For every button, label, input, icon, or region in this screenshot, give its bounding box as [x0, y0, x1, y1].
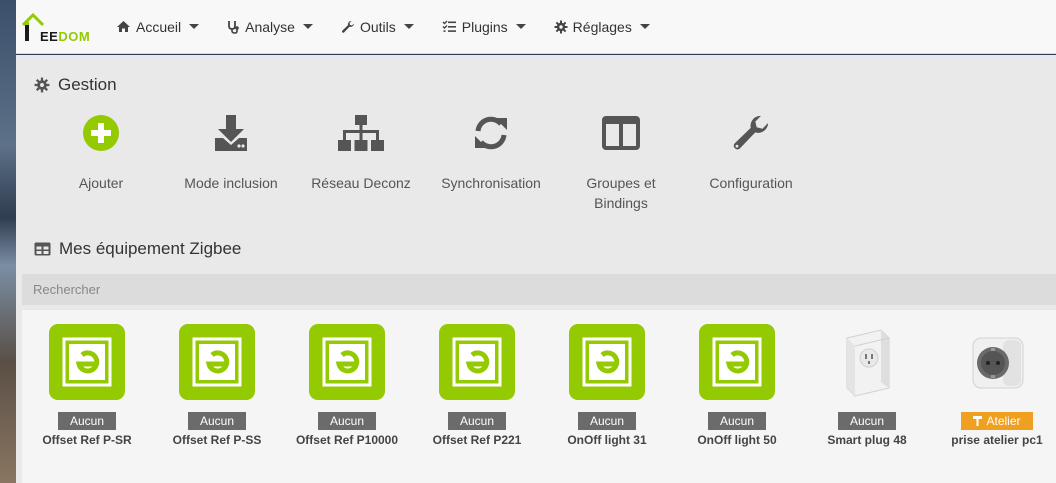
zigbee-logo-icon [699, 324, 775, 400]
reseau-deconz-label: Réseau Deconz [311, 175, 411, 191]
nav-analyse-label: Analyse [245, 18, 295, 35]
zigbee-logo-icon [49, 324, 125, 400]
synchronisation-button[interactable]: Synchronisation [426, 111, 556, 213]
ajouter-label: Ajouter [78, 175, 124, 191]
home-icon [117, 21, 130, 32]
equipment-name: Smart plug 48 [827, 433, 907, 447]
zigbee-logo-icon [439, 324, 515, 400]
gear-icon [34, 77, 50, 93]
nav-plugins[interactable]: Plugins [442, 19, 526, 35]
hammer-icon [973, 416, 983, 426]
mode-inclusion-button[interactable]: Mode inclusion [166, 111, 296, 213]
nav-accueil[interactable]: Accueil [116, 18, 200, 35]
equipements-title: Mes équipement Zigbee [34, 239, 241, 259]
chevron-down-icon [302, 24, 313, 29]
columns-icon [602, 116, 640, 150]
chevron-down-icon [639, 24, 650, 29]
mode-inclusion-label: Mode inclusion [184, 175, 278, 191]
object-badge: Atelier [961, 412, 1033, 430]
nav-accueil-label: Accueil [136, 18, 182, 35]
object-badge: Aucun [317, 412, 377, 430]
reseau-deconz-button[interactable]: Réseau Deconz [296, 111, 426, 213]
chevron-down-icon [189, 24, 200, 29]
zigbee-logo-icon [569, 324, 645, 400]
wrench-icon [341, 20, 354, 33]
gestion-title-text: Gestion [58, 75, 117, 94]
plus-circle-icon [83, 115, 119, 151]
equipment-name: OnOff light 50 [697, 433, 777, 447]
zigbee-logo-icon [309, 324, 385, 400]
nav-reglages[interactable]: Réglages [554, 19, 650, 35]
equipment-name: prise atelier pc1 [951, 433, 1043, 447]
socket-plug-image [972, 337, 1024, 389]
sync-icon [475, 116, 507, 150]
equipment-name: OnOff light 31 [567, 433, 647, 447]
equipment-card[interactable]: Aucun Offset Ref P10000 [282, 324, 412, 447]
equipment-card[interactable]: Aucun OnOff light 31 [542, 324, 672, 447]
groupes-bindings-button[interactable]: Groupes et Bindings [556, 111, 686, 213]
gestion-actions: Ajouter Mode inclusion Réseau Deconz Syn… [36, 111, 816, 213]
synchronisation-label: Synchronisation [441, 175, 541, 191]
main-menu: Accueil Analyse Outils Plugins Réglages [116, 19, 678, 35]
object-badge: Aucun [57, 412, 117, 430]
equipements-title-text: Mes équipement Zigbee [59, 239, 242, 258]
download-icon [215, 115, 247, 151]
nav-plugins-label: Plugins [461, 18, 508, 35]
object-badge: Aucun [707, 412, 767, 430]
equipment-card[interactable]: Atelier prise atelier pc1 [932, 324, 1056, 447]
equipment-name: Offset Ref P221 [432, 433, 522, 447]
stethoscope-icon [228, 20, 239, 34]
equipment-card[interactable]: Aucun OnOff light 50 [672, 324, 802, 447]
cogs-icon [554, 20, 568, 33]
configuration-label: Configuration [709, 175, 793, 191]
equipment-card[interactable]: Aucun Offset Ref P-SR [22, 324, 152, 447]
object-badge-label: Atelier [986, 414, 1021, 428]
object-badge: Aucun [837, 412, 897, 430]
zigbee-logo-icon [179, 324, 255, 400]
smart-plug-image [846, 329, 890, 397]
wrench-icon [733, 115, 769, 150]
chevron-down-icon [403, 24, 414, 29]
logo-text: EEDOM [40, 28, 91, 44]
background-wallpaper [0, 0, 16, 483]
ajouter-button[interactable]: Ajouter [36, 111, 166, 213]
equipment-name: Offset Ref P-SR [42, 433, 132, 447]
search-input[interactable] [22, 274, 1056, 305]
equipment-card[interactable]: Aucun Smart plug 48 [802, 324, 932, 447]
equipment-name: Offset Ref P-SS [172, 433, 262, 447]
nav-analyse[interactable]: Analyse [227, 19, 313, 35]
groupes-bindings-label: Groupes et Bindings [586, 175, 656, 211]
equipment-grid: Aucun Offset Ref P-SR Aucun Offset Ref P… [22, 310, 1056, 483]
sitemap-icon [338, 115, 384, 151]
nav-reglages-label: Réglages [572, 18, 632, 35]
nav-outils[interactable]: Outils [341, 19, 414, 35]
configuration-button[interactable]: Configuration [686, 111, 816, 213]
gestion-title: Gestion [34, 75, 117, 95]
top-navbar: EEDOM Accueil Analyse Outils Plugins Rég… [16, 0, 1056, 54]
object-badge: Aucun [447, 412, 507, 430]
table-icon [34, 242, 51, 256]
nav-outils-label: Outils [359, 18, 396, 35]
object-badge: Aucun [577, 412, 637, 430]
object-badge: Aucun [187, 412, 247, 430]
chevron-down-icon [515, 24, 526, 29]
jeedom-logo[interactable]: EEDOM [22, 7, 94, 47]
equipment-card[interactable]: Aucun Offset Ref P-SS [152, 324, 282, 447]
main-content: Gestion Ajouter Mode inclusion Réseau De… [16, 55, 1056, 483]
tasks-icon [442, 20, 456, 32]
equipment-card[interactable]: Aucun Offset Ref P221 [412, 324, 542, 447]
equipment-name: Offset Ref P10000 [295, 433, 399, 447]
